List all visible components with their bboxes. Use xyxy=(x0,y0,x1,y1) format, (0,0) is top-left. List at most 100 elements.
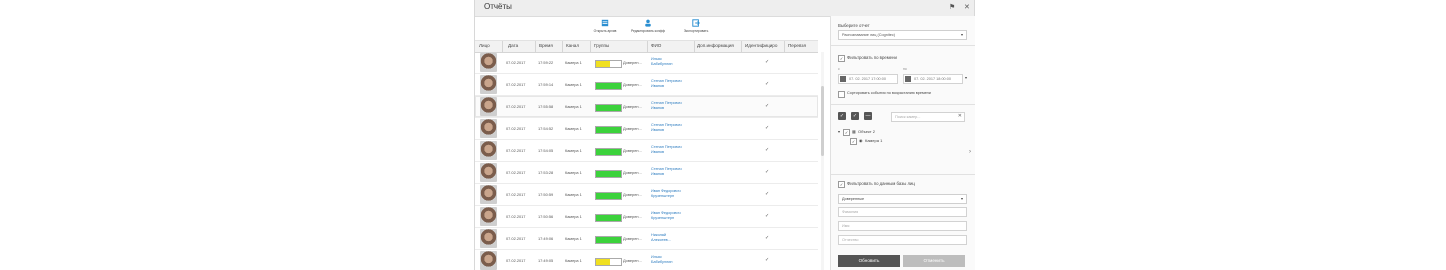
person-link[interactable]: Степан Петрович Иванов xyxy=(651,123,682,134)
person-link[interactable]: Ильяс Бабибуллин xyxy=(651,57,672,68)
identified-check: ✓ xyxy=(765,125,770,131)
col-face[interactable]: Лицо xyxy=(479,43,490,48)
close-icon: ✕ xyxy=(957,113,962,119)
tree-camera[interactable]: Камера 1 xyxy=(865,138,882,143)
face-thumbnail xyxy=(480,119,497,138)
table-row[interactable]: 07.02.2017 17:49:05 Камера 1 Доверен... … xyxy=(475,250,818,270)
face-thumbnail xyxy=(480,163,497,182)
face-thumbnail xyxy=(480,207,497,226)
export-button[interactable]: Экспортировать xyxy=(668,19,724,33)
face-thumbnail xyxy=(480,97,497,116)
identified-check: ✓ xyxy=(765,191,770,197)
table-row[interactable]: 07.02.2017 17:59:22 Камера 1 Доверен... … xyxy=(475,52,818,74)
camera-icon: ◉ xyxy=(859,138,863,143)
person-link[interactable]: Ильяс Бабибуллин xyxy=(651,255,672,266)
chevron-down-icon: ▾ xyxy=(960,196,963,201)
clear-button[interactable]: — xyxy=(864,112,872,120)
group-bar xyxy=(595,126,622,134)
person-link[interactable]: Степан Петрович Иванов xyxy=(651,167,682,178)
person-link[interactable]: Иван Федорович Крузенштерн xyxy=(651,211,681,222)
col-info[interactable]: Доп.информация xyxy=(697,43,734,48)
calendar-icon xyxy=(840,76,846,82)
object-checkbox[interactable]: ✓ xyxy=(843,129,850,136)
patronymic-field[interactable]: Отчество xyxy=(838,235,967,245)
group-bar xyxy=(595,148,622,156)
grid-scrollbar[interactable] xyxy=(821,52,824,270)
group-bar xyxy=(595,236,622,244)
identified-check: ✓ xyxy=(765,59,770,65)
group-bar xyxy=(595,82,622,90)
tree-object[interactable]: Объект 2 xyxy=(858,129,875,134)
title-bar: Отчёты ⚑ ✕ xyxy=(475,0,974,17)
user-icon xyxy=(645,19,651,27)
close-icon[interactable]: ✕ xyxy=(964,3,970,11)
refresh-button[interactable]: Обновить xyxy=(838,255,900,267)
person-link[interactable]: Степан Петрович Иванов xyxy=(651,79,682,90)
report-label: Выберите отчет xyxy=(838,23,870,28)
chevron-down-icon: ▾ xyxy=(960,32,963,37)
table-row[interactable]: 07.02.2017 17:49:06 Камера 1 Доверен... … xyxy=(475,228,818,250)
db-group-select[interactable]: Доверенные ▾ xyxy=(838,194,967,204)
table-row[interactable]: 07.02.2017 17:59:14 Камера 1 Доверен... … xyxy=(475,74,818,96)
face-thumbnail xyxy=(480,53,497,72)
firstname-field[interactable]: Имя xyxy=(838,221,967,231)
report-select[interactable]: Распознавание лиц (Cognitec) ▾ xyxy=(838,30,967,40)
pin-icon[interactable]: ⚑ xyxy=(949,3,955,11)
surname-field[interactable]: Фамилия xyxy=(838,207,967,217)
person-link[interactable]: Степан Петрович Иванов xyxy=(651,101,682,112)
filter-db-checkbox[interactable]: ✓ xyxy=(838,181,845,188)
reports-window: Отчёты ⚑ ✕ Открыть архив Редактировать к… xyxy=(474,0,975,270)
face-thumbnail xyxy=(480,141,497,160)
export-icon xyxy=(692,19,700,27)
folder-icon: ▦ xyxy=(852,129,856,134)
group-bar xyxy=(595,170,622,178)
col-ident[interactable]: Идентифициро xyxy=(745,43,777,48)
chevron-right-icon[interactable]: › xyxy=(969,149,971,155)
identified-check: ✓ xyxy=(765,213,770,219)
camera-checkbox[interactable]: ✓ xyxy=(850,138,857,145)
table-row[interactable]: 07.02.2017 17:55:58 Камера 1 Доверен... … xyxy=(475,96,818,118)
table-row[interactable]: 07.02.2017 17:50:56 Камера 1 Доверен... … xyxy=(475,206,818,228)
filter-time-checkbox[interactable]: ✓ xyxy=(838,55,845,62)
events-grid: Лицо Дата Время Канал Группы ФИО Доп.инф… xyxy=(475,40,829,270)
col-time[interactable]: Время xyxy=(539,43,553,48)
scroll-thumb[interactable] xyxy=(821,86,824,156)
group-bar xyxy=(595,258,622,266)
group-bar xyxy=(595,192,622,200)
expand-icon[interactable]: ▾ xyxy=(838,129,840,134)
toolbar: Открыть архив Редактировать коэфф Экспор… xyxy=(475,17,829,39)
grid-rows: 07.02.2017 17:59:22 Камера 1 Доверен... … xyxy=(475,52,818,270)
face-thumbnail xyxy=(480,75,497,94)
col-groups[interactable]: Группы xyxy=(594,43,609,48)
col-channel[interactable]: Канал xyxy=(566,43,579,48)
window-title: Отчёты xyxy=(484,2,512,11)
group-bar xyxy=(595,104,622,112)
group-bar xyxy=(595,60,622,68)
calendar-icon xyxy=(905,76,911,82)
person-link[interactable]: Иван Федорович Крузенштерн xyxy=(651,189,681,200)
identified-check: ✓ xyxy=(765,147,770,153)
table-row[interactable]: 07.02.2017 17:53:28 Камера 1 Доверен... … xyxy=(475,162,818,184)
face-thumbnail xyxy=(480,229,497,248)
cancel-button[interactable]: Отменить xyxy=(903,255,965,267)
table-row[interactable]: 07.02.2017 17:50:59 Камера 1 Доверен... … xyxy=(475,184,818,206)
col-date[interactable]: Дата xyxy=(508,43,518,48)
toggle-button[interactable]: ✓ xyxy=(851,112,859,120)
chevron-down-icon[interactable]: ▾ xyxy=(965,75,967,80)
person-link[interactable]: Степан Петрович Иванов xyxy=(651,145,682,156)
identified-check: ✓ xyxy=(765,169,770,175)
group-bar xyxy=(595,214,622,222)
camera-search-input[interactable]: Поиск камер... ✕ xyxy=(891,112,965,122)
check-all-button[interactable]: ✓ xyxy=(838,112,846,120)
table-row[interactable]: 07.02.2017 17:54:05 Камера 1 Доверен... … xyxy=(475,140,818,162)
sort-ascending-checkbox[interactable] xyxy=(838,91,845,98)
col-name[interactable]: ФИО xyxy=(651,43,661,48)
date-to-input[interactable]: 07. 02. 2017 18:00:00 xyxy=(903,74,963,84)
date-from-input[interactable]: 07. 02. 2017 17:00:00 xyxy=(838,74,898,84)
face-thumbnail xyxy=(480,185,497,204)
person-link[interactable]: Николай Алексеев... xyxy=(651,233,671,244)
identified-check: ✓ xyxy=(765,257,770,263)
archive-icon xyxy=(601,19,609,27)
table-row[interactable]: 07.02.2017 17:54:52 Камера 1 Доверен... … xyxy=(475,118,818,140)
col-extra[interactable]: Перевзя xyxy=(788,43,806,48)
